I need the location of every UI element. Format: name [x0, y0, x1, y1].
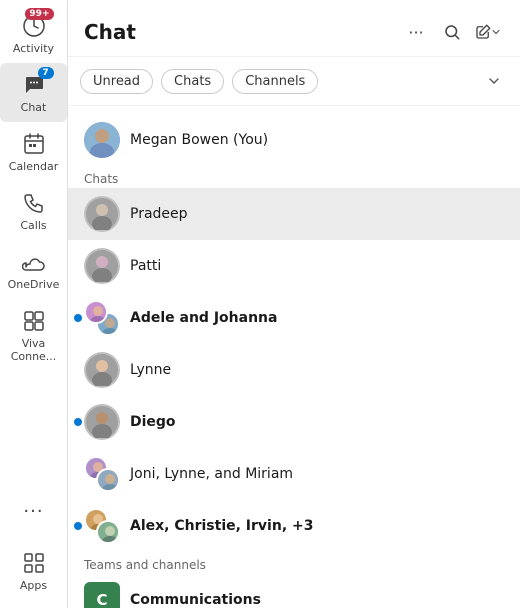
alex-group-name: Alex, Christie, Irvin, +3 [130, 518, 313, 534]
calendar-icon-wrap [20, 130, 48, 158]
more-options-button[interactable]: ··· [400, 16, 432, 48]
chevron-down-icon [490, 26, 502, 38]
more-options-icon: ··· [408, 23, 423, 42]
megan-name: Megan Bowen (You) [130, 132, 268, 148]
megan-row[interactable]: Megan Bowen (You) [68, 114, 520, 166]
sidebar-item-calls[interactable]: Calls [0, 181, 67, 240]
diego-name: Diego [130, 414, 176, 430]
onedrive-icon [22, 250, 46, 274]
apps-icon [22, 551, 46, 575]
lynne-avatar-img [86, 354, 118, 386]
patti-name: Patti [130, 258, 161, 274]
sidebar: 99+ Activity 7 Chat Calendar [0, 0, 68, 608]
sidebar-item-calendar[interactable]: Calendar [0, 122, 67, 181]
joni-lynne-miriam-name: Joni, Lynne, and Miriam [130, 466, 293, 482]
main-panel: Chat ··· Unread [68, 0, 520, 608]
page-title: Chat [84, 20, 136, 44]
chat-item-alex-group[interactable]: Alex, Christie, Irvin, +3 [68, 500, 520, 552]
chat-header: Chat ··· [68, 0, 520, 57]
activity-icon-wrap: 99+ [20, 12, 48, 40]
unread-dot-alex [74, 522, 82, 530]
search-icon [443, 23, 461, 41]
sidebar-item-more[interactable]: ··· [0, 489, 67, 533]
megan-avatar-img [84, 122, 120, 158]
calls-icon-wrap [20, 189, 48, 217]
channels-section-header: Teams and channels [68, 552, 520, 574]
activity-label: Activity [13, 42, 54, 55]
viva-label: Viva Conne... [4, 337, 63, 363]
diego-avatar [84, 404, 120, 440]
chats-section-header: Chats [68, 166, 520, 188]
chat-list: Megan Bowen (You) Chats Pradeep [68, 106, 520, 608]
lynne-avatar [84, 352, 120, 388]
viva-icon [22, 309, 46, 333]
chat-label: Chat [21, 101, 47, 114]
pradeep-name: Pradeep [130, 206, 188, 222]
filter-unread[interactable]: Unread [80, 69, 153, 94]
alex-group-avatar [84, 508, 120, 544]
filter-chats[interactable]: Chats [161, 69, 224, 94]
adele-johanna-avatar [84, 300, 120, 336]
communications-avatar: C [84, 582, 120, 608]
onedrive-icon-wrap [20, 248, 48, 276]
patti-avatar-img [86, 250, 118, 282]
compose-button[interactable] [472, 16, 504, 48]
calendar-label: Calendar [9, 160, 58, 173]
lynne-name: Lynne [130, 362, 171, 378]
header-actions: ··· [400, 16, 504, 48]
apps-label: Apps [20, 579, 47, 592]
pradeep-avatar-img [86, 198, 118, 230]
calls-label: Calls [20, 219, 46, 232]
patti-avatar [84, 248, 120, 284]
sidebar-item-viva[interactable]: Viva Conne... [0, 299, 67, 371]
chat-item-adele-johanna[interactable]: Adele and Johanna [68, 292, 520, 344]
viva-icon-wrap [20, 307, 48, 335]
chat-item-patti[interactable]: Patti [68, 240, 520, 292]
chat-icon-wrap: 7 [20, 71, 48, 99]
filter-bar: Unread Chats Channels [68, 57, 520, 106]
adele-johanna-name: Adele and Johanna [130, 310, 277, 326]
sidebar-item-chat[interactable]: 7 Chat [0, 63, 67, 122]
sidebar-item-activity[interactable]: 99+ Activity [0, 4, 67, 63]
apps-icon-wrap [20, 549, 48, 577]
onedrive-label: OneDrive [8, 278, 60, 291]
activity-badge: 99+ [25, 8, 53, 20]
chat-item-joni-lynne-miriam[interactable]: Joni, Lynne, and Miriam [68, 448, 520, 500]
sidebar-item-apps[interactable]: Apps [0, 541, 67, 600]
communications-name: Communications [130, 592, 261, 608]
filter-expand-button[interactable] [480, 67, 508, 95]
chevron-down-icon [486, 73, 502, 89]
chat-item-pradeep[interactable]: Pradeep [68, 188, 520, 240]
pradeep-avatar [84, 196, 120, 232]
more-icon: ··· [20, 497, 48, 525]
megan-avatar [84, 122, 120, 158]
calls-icon [22, 191, 46, 215]
chat-item-lynne[interactable]: Lynne [68, 344, 520, 396]
chat-badge: 7 [38, 67, 54, 79]
search-button[interactable] [436, 16, 468, 48]
chat-item-communications[interactable]: C Communications [68, 574, 520, 608]
sidebar-item-onedrive[interactable]: OneDrive [0, 240, 67, 299]
unread-dot [74, 314, 82, 322]
chat-item-diego[interactable]: Diego [68, 396, 520, 448]
calendar-icon [22, 132, 46, 156]
filter-channels[interactable]: Channels [232, 69, 318, 94]
unread-dot-diego [74, 418, 82, 426]
diego-avatar-img [86, 406, 118, 438]
joni-lynne-miriam-avatar [84, 456, 120, 492]
